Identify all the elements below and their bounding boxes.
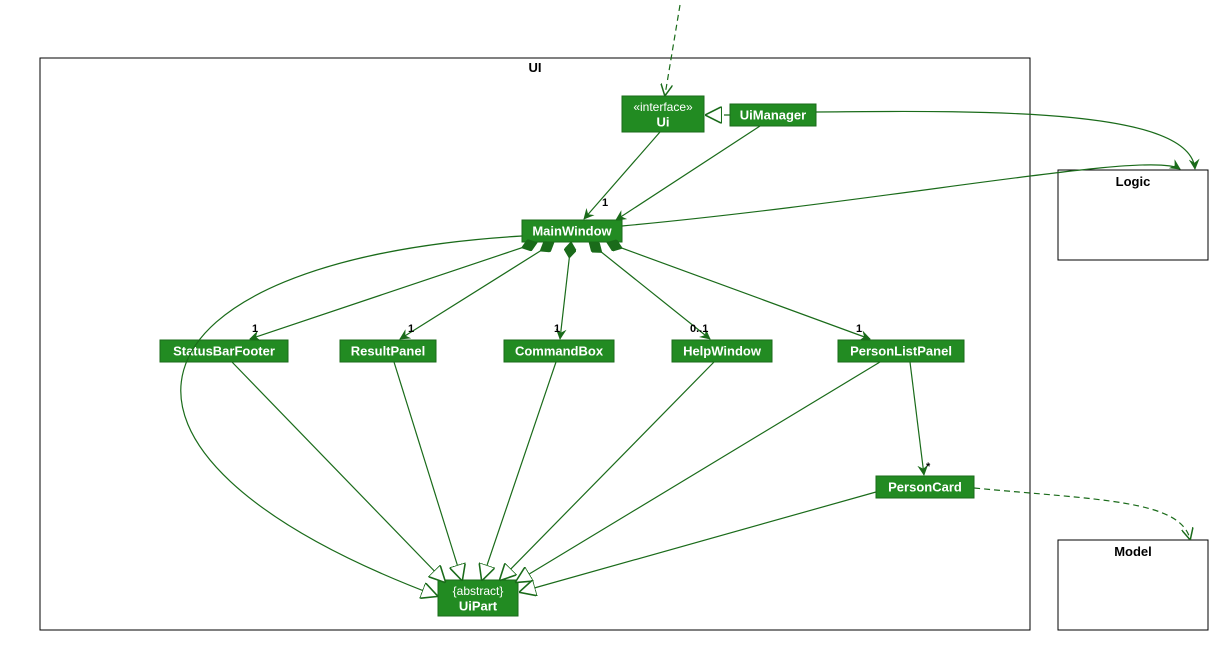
package-model-label: Model (1114, 544, 1152, 559)
edge-resultpanel-gen-uipart (394, 362, 462, 580)
svg-text:«interface»: «interface» (633, 100, 693, 114)
edge-mainwindow-gen-uipart (181, 236, 522, 596)
svg-text:Ui: Ui (657, 114, 670, 129)
svg-text:HelpWindow: HelpWindow (683, 343, 762, 358)
edge-mainwindow-to-logic (622, 165, 1180, 226)
class-main-window: MainWindow (522, 220, 622, 242)
class-help-window: HelpWindow (672, 340, 772, 362)
edge-mainwindow-comp-resultpanel (400, 243, 553, 339)
class-command-box: CommandBox (504, 340, 614, 362)
edge-uiinterface-to-mainwindow (584, 132, 660, 219)
edge-statusbarfooter-gen-uipart (232, 362, 445, 582)
mult-commandbox: 1 (554, 323, 560, 335)
class-status-bar-footer: StatusBarFooter (160, 340, 288, 362)
edge-helpwindow-gen-uipart (500, 362, 714, 580)
mult-statusbarfooter: 1 (252, 323, 258, 335)
svg-text:{abstract}: {abstract} (453, 584, 504, 598)
mult-resultpanel: 1 (408, 323, 414, 335)
class-ui-interface: «interface» Ui (622, 96, 704, 132)
edge-uimanager-to-mainwindow (616, 126, 760, 220)
mult-personlistpanel: 1 (856, 323, 862, 335)
package-ui-label: UI (529, 60, 542, 75)
class-ui-manager: UiManager (730, 104, 816, 126)
edge-mainwindow-comp-statusbarfooter (250, 243, 536, 339)
edge-external-to-ui (665, 5, 680, 95)
edge-mainwindow-comp-personlistpanel (608, 243, 870, 339)
class-person-card: PersonCard (876, 476, 974, 498)
svg-text:PersonCard: PersonCard (888, 479, 962, 494)
svg-text:CommandBox: CommandBox (515, 343, 604, 358)
mult-personcard: * (926, 461, 931, 473)
edge-personcard-gen-uipart (520, 492, 876, 592)
class-ui-part: {abstract} UiPart (438, 580, 518, 616)
svg-text:UiManager: UiManager (740, 107, 806, 122)
class-result-panel: ResultPanel (340, 340, 436, 362)
edge-personcard-to-model (974, 488, 1190, 539)
edge-uimanager-to-logic (816, 111, 1195, 169)
uml-diagram: UI Logic Model «interface» Ui UiManager … (0, 0, 1221, 645)
svg-text:PersonListPanel: PersonListPanel (850, 343, 952, 358)
package-logic-label: Logic (1116, 174, 1151, 189)
class-person-list-panel: PersonListPanel (838, 340, 964, 362)
svg-text:ResultPanel: ResultPanel (351, 343, 425, 358)
svg-text:UiPart: UiPart (459, 598, 498, 613)
edge-personlistpanel-to-personcard (910, 362, 924, 475)
mult-mainwindow: 1 (602, 197, 608, 209)
edge-mainwindow-comp-commandbox (560, 243, 571, 339)
mult-helpwindow: 0..1 (690, 323, 708, 335)
edge-personlistpanel-gen-uipart (516, 362, 880, 582)
svg-text:MainWindow: MainWindow (532, 223, 612, 238)
edge-commandbox-gen-uipart (482, 362, 556, 580)
